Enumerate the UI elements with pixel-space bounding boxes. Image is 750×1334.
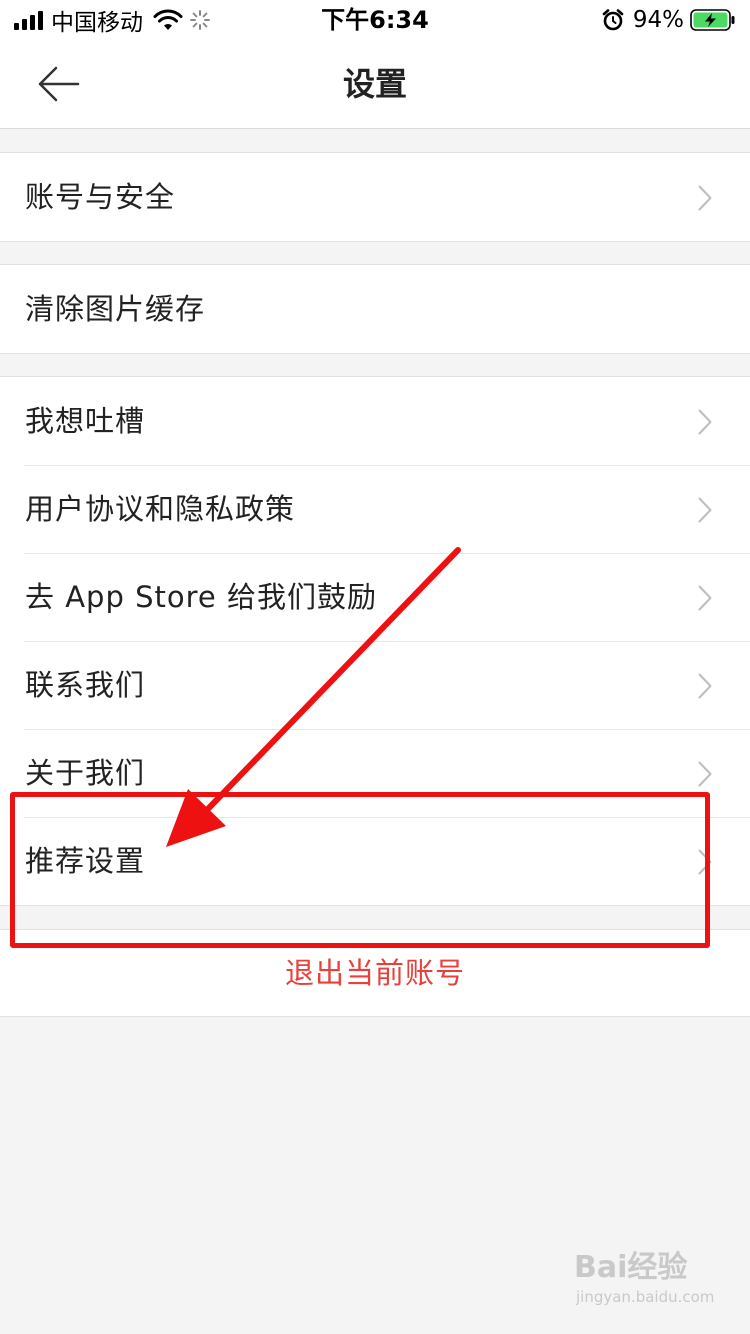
settings-item-label: 关于我们	[25, 756, 146, 790]
status-bar: 中国移动 下午6:34 94%	[0, 0, 750, 40]
settings-item-label: 清除图片缓存	[25, 292, 206, 326]
chevron-right-icon	[698, 673, 712, 699]
settings-group-account: 账号与安全	[0, 152, 750, 242]
chevron-right-icon	[698, 849, 712, 875]
battery-percentage: 94%	[632, 7, 684, 33]
logout-button[interactable]: 退出当前账号	[0, 930, 750, 1016]
chevron-right-icon	[698, 497, 712, 523]
settings-group-general: 我想吐槽 用户协议和隐私政策 去 App Store 给我们鼓励 联系我们 关于…	[0, 376, 750, 906]
navigation-bar: 设置	[0, 40, 750, 129]
watermark: Bai经验 jingyan.baidu.com	[574, 1248, 714, 1314]
settings-item-contact-us[interactable]: 联系我们	[0, 641, 750, 729]
chevron-right-icon	[698, 409, 712, 435]
watermark-url: jingyan.baidu.com	[576, 1288, 715, 1306]
settings-item-rate-app-store[interactable]: 去 App Store 给我们鼓励	[0, 553, 750, 641]
battery-charging-icon	[690, 9, 735, 31]
settings-item-feedback[interactable]: 我想吐槽	[0, 377, 750, 465]
settings-item-label: 账号与安全	[25, 180, 176, 214]
settings-item-label: 推荐设置	[25, 844, 146, 878]
settings-item-clear-image-cache[interactable]: 清除图片缓存	[0, 265, 750, 353]
chevron-right-icon	[698, 585, 712, 611]
settings-item-label: 我想吐槽	[25, 404, 146, 438]
chevron-right-icon	[698, 761, 712, 787]
page-title: 设置	[342, 65, 407, 103]
settings-item-account-security[interactable]: 账号与安全	[0, 153, 750, 241]
settings-item-user-agreement-privacy[interactable]: 用户协议和隐私政策	[0, 465, 750, 553]
watermark-logo: Bai经验	[574, 1250, 688, 1285]
settings-item-about-us[interactable]: 关于我们	[0, 729, 750, 817]
settings-item-recommendation-settings[interactable]: 推荐设置	[0, 817, 750, 905]
settings-group-cache: 清除图片缓存	[0, 264, 750, 354]
settings-item-label: 用户协议和隐私政策	[25, 492, 296, 526]
alarm-clock-icon	[602, 9, 624, 31]
chevron-right-icon	[698, 185, 712, 211]
status-right: 94%	[601, 6, 736, 34]
settings-item-label: 联系我们	[25, 668, 146, 702]
logout-group: 退出当前账号	[0, 929, 750, 1017]
settings-item-label: 去 App Store 给我们鼓励	[25, 580, 377, 614]
